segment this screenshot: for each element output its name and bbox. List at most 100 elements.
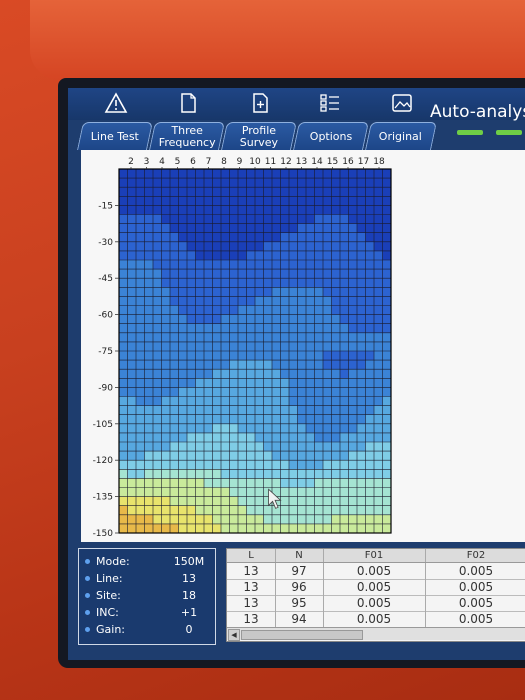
heatmap-cell — [229, 505, 239, 516]
heatmap-cell — [340, 169, 349, 179]
heatmap-cell — [382, 360, 392, 370]
heatmap-cell — [187, 523, 196, 534]
tab-options[interactable]: Options — [293, 122, 369, 150]
heatmap-cell — [246, 369, 256, 379]
heatmap-cell — [306, 387, 315, 397]
heatmap-cell — [357, 305, 366, 315]
heatmap-cell — [365, 523, 375, 534]
heatmap-cell — [280, 478, 290, 488]
heatmap-cell — [221, 250, 230, 261]
heatmap-cell — [323, 287, 332, 297]
heatmap-cell — [212, 214, 222, 224]
table-header-cell: F02 — [425, 549, 525, 562]
heatmap-cell — [272, 369, 281, 379]
heatmap-cell — [314, 496, 324, 507]
heatmap-cell — [153, 205, 162, 215]
heatmap-cell — [246, 278, 256, 288]
heatmap-cell — [221, 178, 230, 188]
heatmap-cell — [280, 523, 290, 534]
heatmap-cell — [170, 369, 179, 379]
heatmap-cell — [136, 196, 145, 206]
heatmap-cell — [161, 523, 171, 534]
heatmap-cell — [238, 187, 247, 197]
heatmap-cell — [229, 278, 239, 288]
heatmap-cell — [144, 196, 154, 206]
heatmap-cell — [306, 314, 315, 325]
heatmap-cell — [221, 451, 230, 461]
param-gain-value: 0 — [185, 623, 193, 636]
tab-original[interactable]: Original — [365, 122, 437, 150]
heatmap-cell — [170, 223, 179, 234]
warning-icon[interactable] — [104, 92, 128, 114]
heatmap-cell — [153, 432, 162, 443]
heatmap-cell — [136, 514, 145, 525]
heatmap-cell — [323, 178, 332, 188]
heatmap-cell — [297, 323, 307, 334]
heatmap-cell — [195, 332, 205, 343]
heatmap-cell — [221, 241, 230, 252]
heatmap-cell — [297, 405, 307, 416]
heatmap-cell — [289, 232, 298, 243]
data-table[interactable]: L N F01 F02 13 97 0.005 0.005 13 96 0.00… — [226, 548, 525, 642]
heatmap-cell — [144, 405, 154, 416]
heatmap-cell — [365, 496, 375, 507]
heatmap-cell — [212, 332, 222, 343]
table-row[interactable]: 13 95 0.005 0.005 — [227, 595, 525, 612]
heatmap-cell — [348, 196, 358, 206]
new-document-icon[interactable] — [248, 92, 272, 114]
heatmap-cell — [127, 232, 137, 243]
tab-three-frequency[interactable]: Three Frequency — [149, 122, 225, 150]
heatmap-cell — [314, 469, 324, 479]
heatmap-cell — [136, 278, 145, 288]
heatmap-cell — [229, 442, 239, 452]
heatmap-cell — [280, 178, 290, 188]
heatmap-cell — [204, 260, 213, 270]
profile-contour-chart[interactable]: 2 3 4 5 6 7 8 9 10 11 12 13 14 15 16 17 18 -15 -30 -45 -60 -7… — [81, 150, 525, 542]
list-icon[interactable] — [318, 92, 342, 114]
heatmap-cell — [263, 332, 273, 343]
heatmap-cell — [365, 232, 375, 243]
tab-profile-survey[interactable]: Profile Survey — [221, 122, 297, 150]
heatmap-cell — [229, 296, 239, 306]
heatmap-cell — [170, 241, 179, 252]
heatmap-cell — [204, 505, 213, 516]
heatmap-cell — [348, 523, 358, 534]
heatmap-cell — [144, 287, 154, 297]
heatmap-cell — [238, 250, 247, 261]
heatmap-cell — [212, 505, 222, 516]
image-icon[interactable] — [390, 92, 414, 114]
heatmap-cell — [136, 396, 145, 406]
heatmap-cell — [221, 223, 230, 234]
heatmap-cell — [357, 423, 366, 434]
heatmap-cell — [365, 405, 375, 416]
heatmap-cell — [161, 169, 171, 179]
heatmap-cell — [280, 414, 290, 425]
scroll-left-icon[interactable]: ◀ — [228, 629, 240, 641]
heatmap-cell — [272, 250, 281, 261]
heatmap-cell — [323, 514, 332, 525]
heatmap-cell — [331, 205, 341, 215]
heatmap-cell — [297, 423, 307, 434]
heatmap-cell — [297, 250, 307, 261]
heatmap-cell — [246, 469, 256, 479]
document-icon[interactable] — [176, 92, 200, 114]
heatmap-cell — [340, 341, 349, 352]
table-row[interactable]: 13 94 0.005 0.005 — [227, 611, 525, 628]
heatmap-cell — [365, 451, 375, 461]
heatmap-cell — [348, 423, 358, 434]
heatmap-cell — [187, 314, 196, 325]
heatmap-cell — [204, 451, 213, 461]
tab-line-test[interactable]: Line Test — [77, 122, 153, 150]
heatmap-cell — [323, 351, 332, 361]
table-row[interactable]: 13 97 0.005 0.005 — [227, 563, 525, 580]
heatmap-cell — [119, 196, 128, 206]
horizontal-scrollbar[interactable]: ◀ — [227, 627, 525, 641]
heatmap-cell — [306, 369, 315, 379]
table-row[interactable]: 13 96 0.005 0.005 — [227, 579, 525, 596]
heatmap-cell — [374, 214, 383, 224]
heatmap-cell — [195, 169, 205, 179]
scrollbar-thumb[interactable] — [241, 630, 363, 640]
heatmap-cell — [187, 196, 196, 206]
heatmap-cell — [263, 460, 273, 470]
heatmap-cell — [212, 196, 222, 206]
